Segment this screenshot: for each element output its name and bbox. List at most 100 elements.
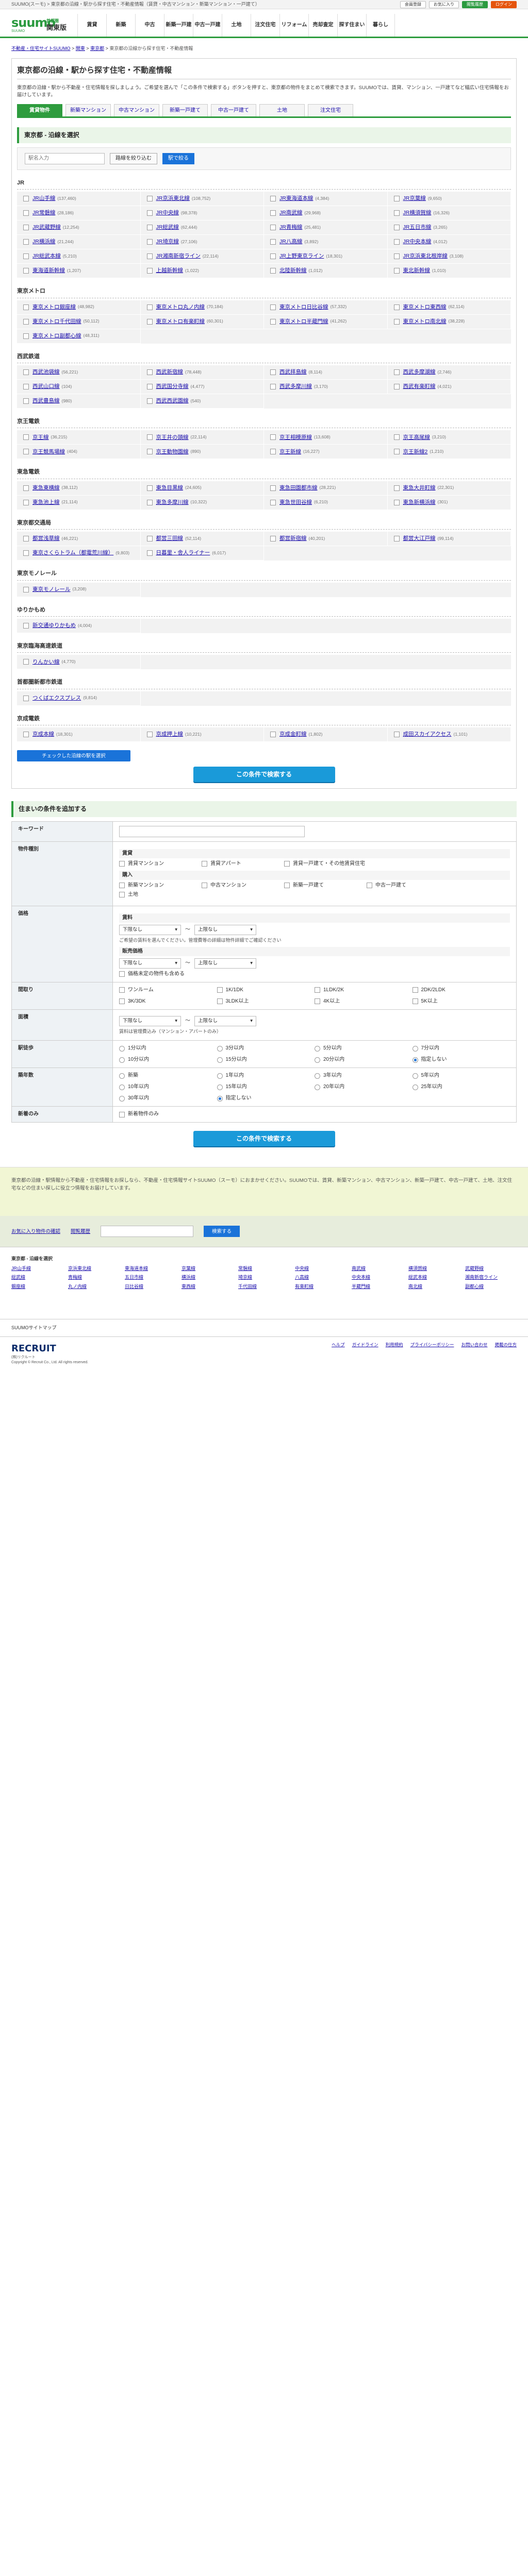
line-name[interactable]: 上越新幹線: [156, 267, 184, 275]
favorites-button[interactable]: お気に入り: [429, 1, 459, 8]
line-name[interactable]: 東急東横線: [32, 484, 60, 492]
footer-small-link[interactable]: プライバシーポリシー: [410, 1342, 454, 1370]
line-checkbox[interactable]: [23, 225, 29, 231]
line-checkbox[interactable]: [23, 550, 29, 556]
line-item[interactable]: 東京モノレール (3,208): [17, 582, 141, 597]
line-name[interactable]: 東北新幹線: [403, 267, 431, 275]
nav-item[interactable]: 暮らし: [366, 14, 395, 37]
line-item[interactable]: 京王高尾線 (3,210): [387, 430, 511, 445]
line-name[interactable]: 東急田園都市線: [279, 484, 318, 492]
line-checkbox[interactable]: [23, 318, 29, 325]
line-item[interactable]: JR常磐線 (28,186): [17, 206, 141, 221]
line-checkbox[interactable]: [146, 398, 153, 404]
line-item[interactable]: 都営三田線 (52,114): [140, 532, 264, 547]
radio-option[interactable]: 1年以内: [217, 1072, 315, 1079]
line-item[interactable]: JR湘南新宿ライン (22,114): [140, 249, 264, 264]
checkbox[interactable]: [119, 892, 125, 898]
line-item[interactable]: JR武蔵野線 (12,254): [17, 221, 141, 235]
footer-link[interactable]: 半蔵門線: [352, 1283, 403, 1290]
line-name[interactable]: 東急目黒線: [156, 484, 184, 492]
checkbox[interactable]: [412, 998, 418, 1005]
line-item[interactable]: 東急田園都市線 (28,221): [264, 481, 388, 496]
line-checkbox[interactable]: [270, 196, 276, 202]
line-name[interactable]: 都営新宿線: [279, 535, 307, 543]
footer-link[interactable]: 南北線: [408, 1283, 460, 1290]
line-checkbox[interactable]: [23, 434, 29, 440]
line-name[interactable]: JR埼京線: [156, 238, 179, 246]
line-item[interactable]: 都営大江戸線 (99,114): [387, 532, 511, 547]
line-name[interactable]: 新交通ゆりかもめ: [32, 622, 76, 630]
radio[interactable]: [119, 1045, 125, 1052]
line-item[interactable]: 西武拝島線 (8,114): [264, 365, 388, 380]
tab-new-mansion[interactable]: 新築マンション: [65, 104, 111, 117]
line-name[interactable]: JR五日市線: [403, 224, 432, 231]
line-item[interactable]: JR中央本線 (4,012): [387, 235, 511, 250]
checkbox-option[interactable]: 中古マンション: [202, 882, 263, 889]
line-item[interactable]: 東急池上線 (21,114): [17, 495, 141, 510]
line-item[interactable]: 西武多摩湖線 (2,746): [387, 365, 511, 380]
checkbox[interactable]: [284, 861, 290, 867]
line-name[interactable]: JR総武線: [156, 224, 179, 231]
crumb-link[interactable]: 不動産・住宅サイトSUUMO: [11, 46, 71, 51]
line-checkbox[interactable]: [393, 304, 400, 310]
line-item[interactable]: 京王競馬場線 (404): [17, 445, 141, 460]
line-name[interactable]: 東京さくらトラム（都電荒川線）: [32, 549, 113, 557]
line-name[interactable]: 東京メトロ半蔵門線: [279, 318, 328, 326]
nav-item[interactable]: 売却査定: [308, 14, 337, 37]
line-checkbox[interactable]: [146, 239, 153, 245]
line-name[interactable]: 東急新横浜線: [403, 499, 436, 506]
radio-option[interactable]: 15分以内: [217, 1056, 315, 1063]
line-checkbox[interactable]: [270, 253, 276, 260]
checkbox-option[interactable]: ワンルーム: [119, 987, 217, 994]
line-name[interactable]: JR湘南新宿ライン: [156, 252, 201, 260]
line-item[interactable]: JR横須賀線 (16,326): [387, 206, 511, 221]
line-name[interactable]: JR武蔵野線: [32, 224, 61, 231]
footer-small-link[interactable]: ヘルプ: [332, 1342, 345, 1370]
line-item[interactable]: JR八高線 (3,892): [264, 235, 388, 250]
tab-used-house[interactable]: 中古一戸建て: [211, 104, 256, 117]
line-name[interactable]: 京成本線: [32, 731, 54, 738]
footer-link[interactable]: 中央線: [295, 1265, 346, 1272]
footer-link[interactable]: 京浜東北線: [68, 1265, 120, 1272]
line-item[interactable]: 北陸新幹線 (1,012): [264, 264, 388, 279]
line-name[interactable]: JR青梅線: [279, 224, 302, 231]
line-checkbox[interactable]: [146, 536, 153, 542]
line-name[interactable]: JR総武本線: [32, 252, 61, 260]
nav-item[interactable]: リフォーム: [279, 14, 308, 37]
radio[interactable]: [412, 1057, 418, 1063]
line-checkbox[interactable]: [270, 384, 276, 390]
radio-option[interactable]: 15年以内: [217, 1083, 315, 1091]
line-checkbox[interactable]: [23, 485, 29, 491]
line-item[interactable]: 西武国分寺線 (4,477): [140, 380, 264, 395]
tab-new-house[interactable]: 新築一戸建て: [162, 104, 208, 117]
line-name[interactable]: 東京メトロ丸ノ内線: [156, 303, 205, 311]
line-name[interactable]: 東京メトロ南北線: [403, 318, 447, 326]
line-checkbox[interactable]: [393, 268, 400, 274]
line-item[interactable]: 京王動物園線 (890): [140, 445, 264, 460]
line-checkbox[interactable]: [146, 268, 153, 274]
line-item[interactable]: 西武有楽町線 (4,021): [387, 380, 511, 395]
line-checkbox[interactable]: [393, 499, 400, 505]
line-item[interactable]: 東急多摩川線 (10,322): [140, 495, 264, 510]
line-checkbox[interactable]: [146, 253, 153, 260]
register-button[interactable]: 会員登録: [400, 1, 426, 8]
line-checkbox[interactable]: [393, 239, 400, 245]
line-name[interactable]: JR南武線: [279, 209, 302, 217]
checkbox-option[interactable]: 3LDK以上: [217, 998, 315, 1005]
footer-link[interactable]: 横浜線: [182, 1274, 233, 1281]
line-name[interactable]: 西武有楽町線: [403, 383, 436, 391]
line-name[interactable]: 京成金町線: [279, 731, 307, 738]
line-checkbox[interactable]: [23, 623, 29, 629]
line-item[interactable]: 都営新宿線 (40,201): [264, 532, 388, 547]
line-name[interactable]: JR京葉線: [403, 195, 426, 202]
radio[interactable]: [217, 1045, 223, 1052]
checkbox[interactable]: [202, 883, 207, 889]
radio[interactable]: [119, 1057, 125, 1063]
line-item[interactable]: つくばエクスプレス (9,814): [17, 691, 141, 706]
radio[interactable]: [119, 1095, 125, 1101]
footer-small-link[interactable]: 掲載の仕方: [494, 1342, 517, 1370]
line-item[interactable]: 西武西武園線 (540): [140, 394, 264, 409]
line-checkbox[interactable]: [270, 239, 276, 245]
footer-link[interactable]: 湘南新宿ライン: [465, 1274, 517, 1281]
footer-link[interactable]: 埼京線: [238, 1274, 290, 1281]
